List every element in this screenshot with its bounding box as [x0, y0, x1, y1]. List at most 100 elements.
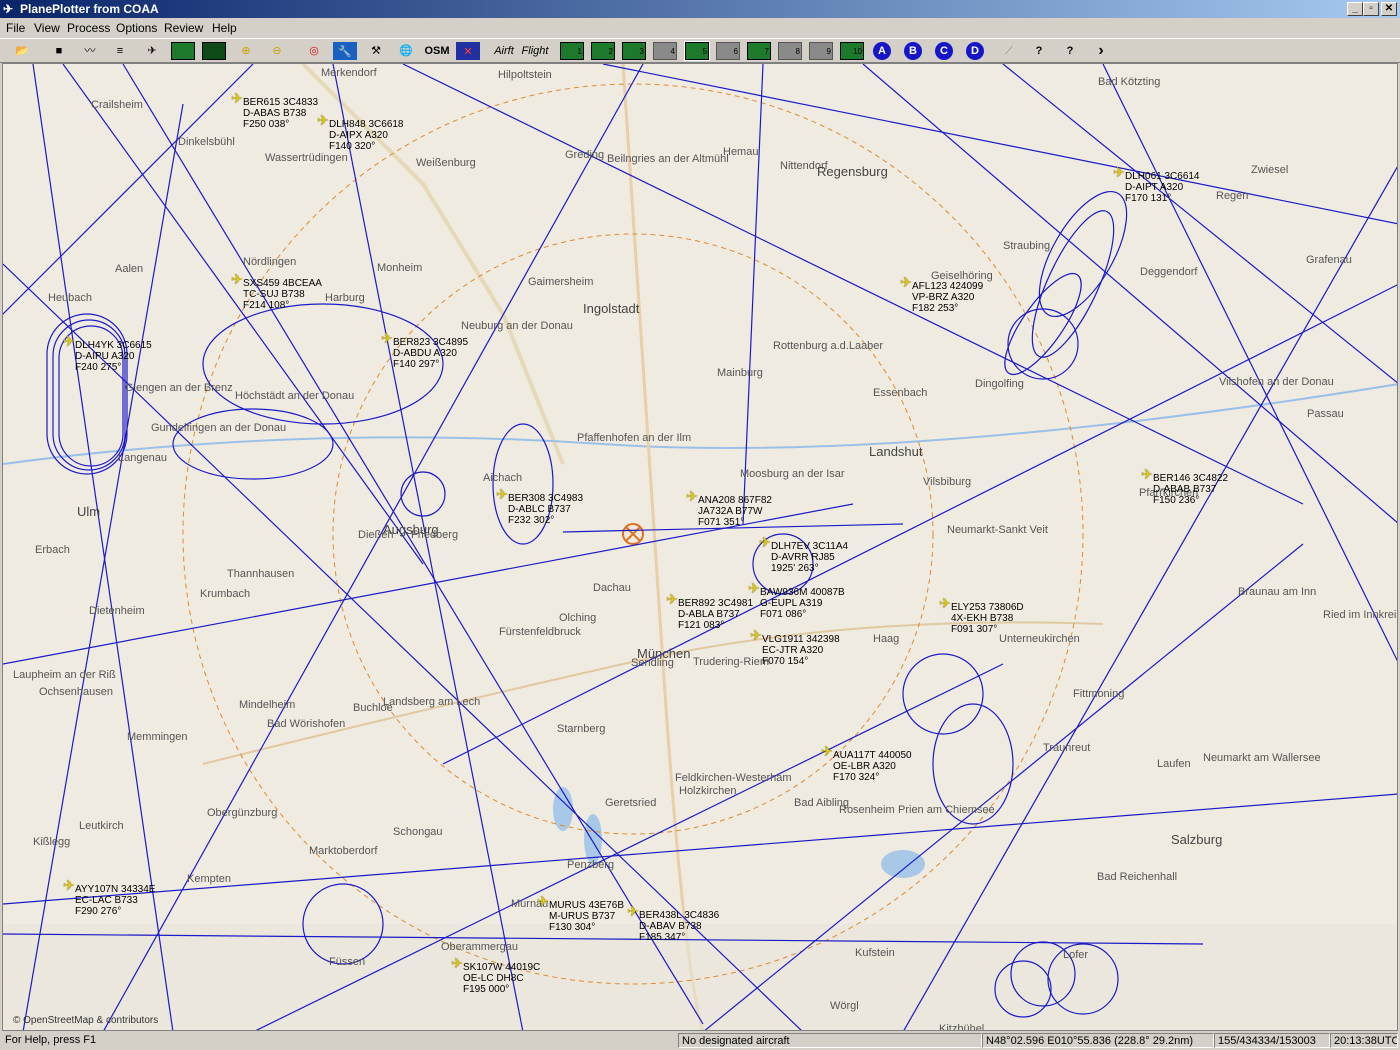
aircraft-label-line: JA732A B77W [698, 506, 763, 517]
settings-tool-icon[interactable]: 🔧 [333, 42, 357, 60]
tools-icon[interactable]: ⚒ [364, 41, 388, 61]
map-place-label: Dießen [358, 529, 394, 541]
layer-10-icon[interactable]: 10 [840, 42, 864, 60]
aircraft-marker[interactable]: ✈ ELY253 73806D 4X-EKH B738 F091 307° [939, 596, 1024, 635]
map-view[interactable]: Hilpoltstein Crailsheim Dinkelsbühl Wassert… [2, 63, 1398, 1031]
menu-review[interactable]: Review [164, 21, 203, 35]
map-canvas[interactable] [3, 64, 1398, 1031]
circle-b-button[interactable]: B [904, 42, 922, 60]
aircraft-label-line: D-AVRR RJ85 [771, 552, 835, 563]
open-folder-icon[interactable]: 📂 [10, 41, 34, 61]
close-button[interactable]: ✕ [1381, 2, 1397, 16]
aircraft-label-button[interactable]: Airft [490, 41, 518, 61]
layer-5-icon[interactable]: 5 [684, 41, 710, 61]
aircraft-marker[interactable]: ✈ BER615 3C4833 D-ABAS B738 F250 038° [231, 91, 318, 130]
menu-options[interactable]: Options [116, 21, 157, 35]
no-map-icon[interactable]: ✕ [456, 42, 480, 60]
aircraft-marker[interactable]: ✈ AUA117T 440050 OE-LBR A320 F170 324° [821, 744, 912, 783]
radar-view-icon[interactable] [202, 42, 226, 60]
flight-label-button[interactable]: Flight [520, 41, 550, 61]
map-place-label: Regen [1216, 190, 1249, 202]
menu-file[interactable]: File [6, 21, 25, 35]
aircraft-label-line: AFL123 424099 [912, 281, 984, 292]
aircraft-label-line: 4X-EKH B738 [951, 613, 1014, 624]
aircraft-label-line: F232 302° [508, 515, 555, 526]
target-icon[interactable]: ◎ [302, 41, 326, 61]
plane-icon[interactable]: ✈ [140, 41, 164, 61]
layer-6-icon[interactable]: 6 [716, 42, 740, 60]
layer-1-icon[interactable]: 1 [560, 42, 584, 60]
whats-this-button[interactable]: ? [1058, 41, 1082, 61]
plane-icon: ✈ [759, 534, 771, 550]
map-place-label: Ried im Innkreis [1323, 609, 1398, 621]
menu-help[interactable]: Help [212, 21, 237, 35]
stop-icon[interactable]: ■ [47, 41, 71, 61]
map-view-icon[interactable] [171, 42, 195, 60]
aircraft-marker[interactable]: ✈ DLH7EV 3C11A4 D-AVRR RJ85 1925' 263° [759, 535, 849, 574]
map-place-label: Obergünzburg [207, 807, 278, 819]
aircraft-marker[interactable]: ✈ BER438L 3C4836 D-ABAV B738 F185 347° [627, 904, 719, 943]
aircraft-marker[interactable]: ✈ ANA208 867F82 JA732A B77W F071 351° [686, 489, 772, 528]
help-button[interactable]: ? [1027, 41, 1051, 61]
map-place-label: Dachau [593, 582, 631, 594]
zoom-out-icon[interactable]: ⊖ [265, 41, 289, 61]
minimize-button[interactable]: _ [1347, 2, 1363, 16]
aircraft-label-line: F070 154° [762, 656, 809, 667]
layer-9-icon[interactable]: 9 [809, 42, 833, 60]
map-place-label: Erbach [35, 544, 70, 556]
aircraft-marker[interactable]: ✈ BAW936M 40087B G-EUPL A319 F071 086° [748, 581, 845, 620]
aircraft-marker[interactable]: ✈ AFL123 424099 VP-BRZ A320 F182 253° [900, 275, 984, 314]
status-time: 20:13:38UTC [1330, 1033, 1398, 1048]
menu-bar: File View Process Options Review Help [0, 18, 1400, 38]
layer-2-icon[interactable]: 2 [591, 42, 615, 60]
aircraft-marker[interactable]: ✈ DLH4YK 3C6615 D-AIPU A320 F240 275° [63, 334, 152, 373]
menu-view[interactable]: View [34, 21, 60, 35]
map-place-label: Starnberg [557, 723, 606, 735]
circle-d-button[interactable]: D [966, 42, 984, 60]
aircraft-marker[interactable]: ✈ BER892 3C4981 D-ABLA B737 F121 083° [666, 592, 753, 631]
globe-icon[interactable]: 🌐 [394, 41, 418, 61]
plane-icon: ✈ [231, 271, 243, 287]
chart-bars-icon[interactable]: ≡ [108, 41, 132, 61]
layer-4-icon[interactable]: 4 [653, 42, 677, 60]
aircraft-label-line: BAW936M 40087B [760, 587, 845, 598]
aircraft-marker[interactable]: ✈ VLG1911 342398 EC-JTR A320 F070 154° [750, 628, 840, 667]
map-place-label: Crailsheim [91, 99, 143, 111]
next-button[interactable]: › [1089, 41, 1113, 61]
aircraft-marker[interactable]: ✈ BER308 3C4983 D-ABLC B737 F232 302° [496, 487, 583, 526]
aircraft-marker[interactable]: ✈ BER146 3C4822 D-ABAB B737 F150 236° [1141, 467, 1228, 506]
map-place-label: Hilpoltstein [498, 69, 552, 81]
osm-button[interactable]: OSM [422, 41, 452, 61]
aircraft-label-line: DLH7EV 3C11A4 [771, 541, 849, 552]
maximize-button[interactable]: ▫ [1363, 2, 1379, 16]
layer-3-icon[interactable]: 3 [622, 42, 646, 60]
circle-c-button[interactable]: C [935, 42, 953, 60]
aircraft-marker[interactable]: ✈ BER823 3C4895 D-ABDU A320 F140 297° [381, 331, 468, 370]
aircraft-marker[interactable]: ✈ DLH061 3C6614 D-AIPT A320 F170 131° [1113, 165, 1200, 204]
wave-icon[interactable]: 〰 [78, 41, 102, 61]
status-coords: N48°02.596 E010°55.836 (228.8° 29.2nm) [982, 1033, 1214, 1048]
map-place-label: Traunreut [1043, 742, 1091, 754]
aircraft-marker[interactable]: ✈ SXS459 4BCEAA TC-SUJ B738 F214 108° [231, 272, 322, 311]
circle-a-button[interactable]: A [873, 42, 891, 60]
map-place-label: Aalen [115, 263, 144, 275]
aircraft-marker[interactable]: ✈ DLH848 3C6618 D-AIPX A320 F140 320° [317, 113, 404, 152]
layer-7-icon[interactable]: 7 [747, 42, 771, 60]
aircraft-label-line: VLG1911 342398 [762, 634, 840, 645]
menu-process[interactable]: Process [67, 21, 110, 35]
map-place-label: Trudering-Riem [693, 656, 770, 668]
aircraft-marker[interactable]: ✈ MURUS 43E76B M-URUS B737 F130 304° [537, 894, 624, 933]
map-credit: © OpenStreetMap & contributors [13, 1015, 159, 1026]
map-place-label: Neumarkt-Sankt Veit [947, 524, 1048, 536]
map-place-label: Friedberg [411, 529, 459, 541]
layer-8-icon[interactable]: 8 [778, 42, 802, 60]
zoom-in-icon[interactable]: ⊕ [234, 41, 258, 61]
map-place-label: Landshut [869, 444, 923, 459]
track-line-icon[interactable]: ⟋ [997, 41, 1021, 61]
map-place-label: Ochsenhausen [39, 686, 113, 698]
aircraft-marker[interactable]: ✈ AYY107N 34334E EC-LAC B733 F290 276° [63, 878, 155, 917]
map-place-label: Regensburg [817, 164, 888, 179]
aircraft-marker[interactable]: ✈ SK107W 44019C OE-LC DH8C F195 000° [451, 956, 540, 995]
toolbar: 📂 ■ 〰 ≡ ✈ ⊕ ⊖ ◎ 🔧 ⚒ 🌐 OSM ✕ Airft Flight… [0, 38, 1400, 63]
aircraft-label-line: D-AIPX A320 [329, 130, 388, 141]
